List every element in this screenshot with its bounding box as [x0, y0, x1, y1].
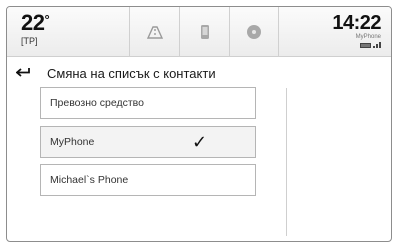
status-bar: 22° [TP] 14:22 MyPhone — [7, 7, 391, 57]
back-button[interactable] — [7, 58, 41, 88]
temperature-value: 22 — [21, 10, 45, 35]
list-item-label: Michael`s Phone — [50, 174, 129, 186]
page-title: Смяна на списък с контакти — [47, 65, 216, 81]
list-item-label: MyPhone — [50, 136, 95, 148]
contact-list-option-vehicle[interactable]: Превозно средство — [40, 87, 256, 119]
climate-mode: [TP] — [21, 36, 38, 46]
infotainment-screen: 22° [TP] 14:22 MyPhone Смяна на списък с… — [6, 6, 392, 242]
page-header: Смяна на списък с контакти — [7, 58, 391, 88]
back-arrow-icon — [16, 68, 30, 77]
climate-display[interactable]: 22° [TP] — [21, 10, 50, 47]
contact-list-option-michaels-phone[interactable]: Michael`s Phone — [40, 164, 256, 196]
tab-media[interactable] — [229, 7, 279, 57]
navigation-icon — [146, 26, 163, 39]
clock-time: 14:22 — [332, 12, 381, 34]
selected-check-icon: ✓ — [192, 132, 208, 152]
tab-navigation[interactable] — [129, 7, 179, 57]
panel-divider — [286, 88, 287, 236]
tab-phone[interactable] — [179, 7, 229, 57]
battery-icon — [360, 43, 371, 48]
media-icon — [247, 25, 261, 39]
phone-status-icons — [332, 42, 381, 48]
temperature-unit: ° — [44, 12, 50, 27]
clock: 14:22 MyPhone — [332, 12, 381, 48]
connected-phone-name: MyPhone — [355, 34, 381, 40]
signal-icon — [373, 42, 381, 48]
contact-list-option-myphone[interactable]: MyPhone ✓ — [40, 126, 256, 158]
phone-icon — [200, 25, 209, 39]
list-item-label: Превозно средство — [50, 97, 144, 109]
